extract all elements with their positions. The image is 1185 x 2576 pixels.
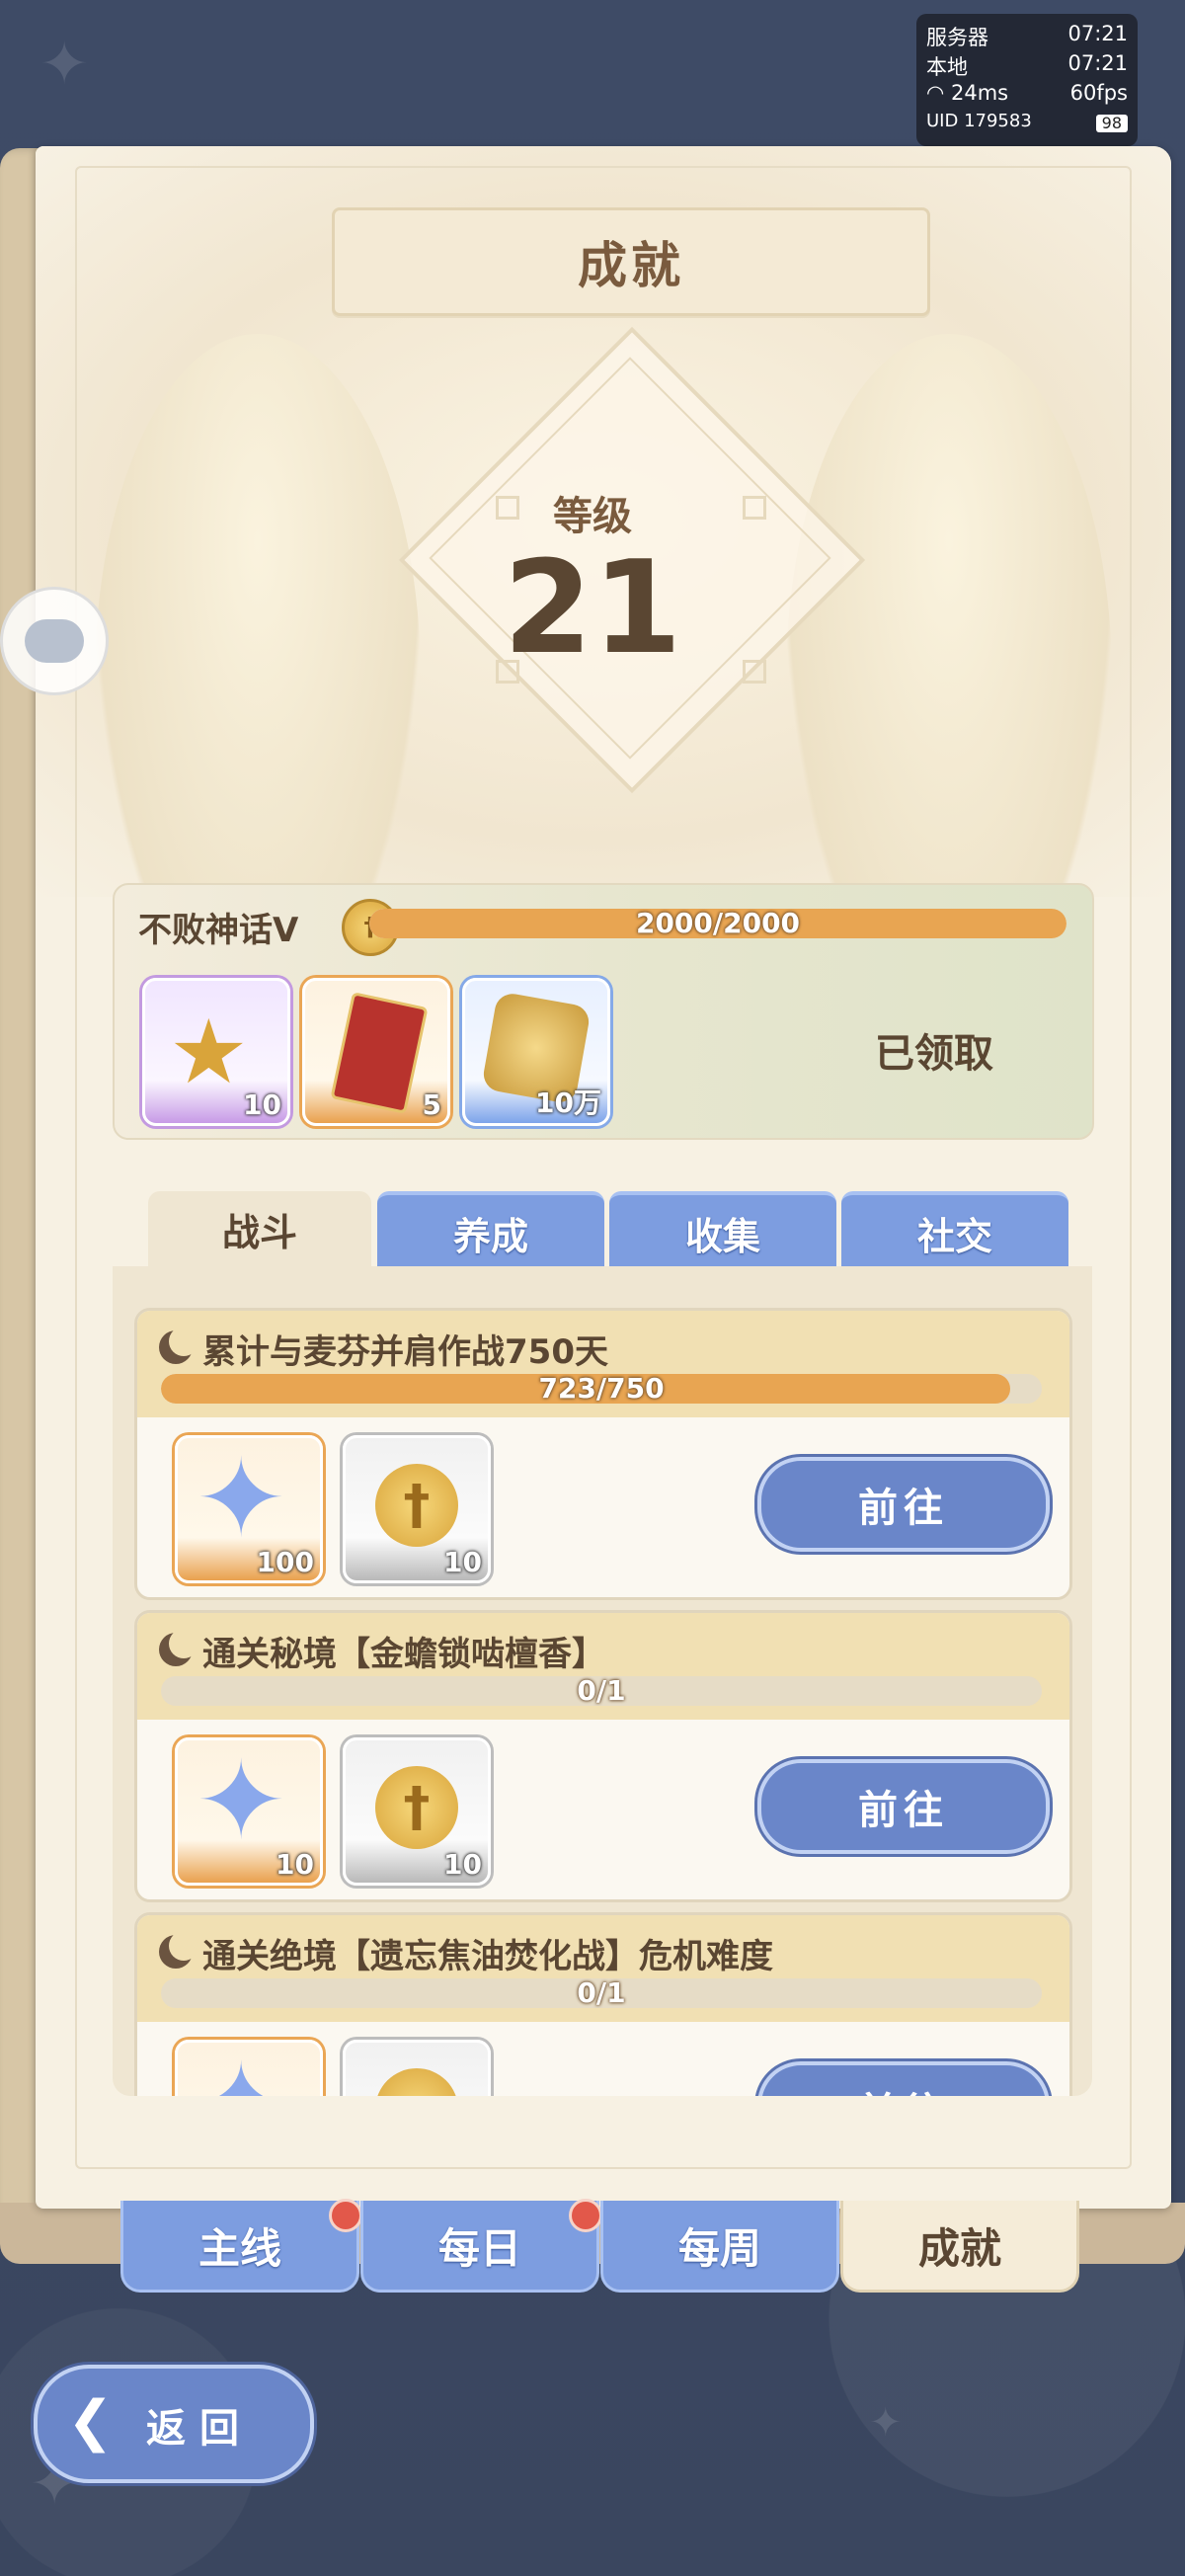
achievement-item: 通关秘境【金蟾锁啮檀香】 0/1 ✦ 10 † 10 前往 [134,1610,1072,1902]
item-quantity: 10万 [535,1087,601,1119]
server-label: 服务器 [926,26,988,49]
red-card-icon [330,992,429,1114]
reward-item[interactable]: 10万 [462,978,610,1126]
tab-main-quest[interactable]: 主线 [120,2199,362,2293]
milestone-progress-bar: 2000/2000 [369,909,1066,938]
tab-label: 每日 [437,2223,521,2273]
chat-button[interactable] [0,587,109,695]
winged-coin-icon: † [375,1766,458,1849]
progress-text: 0/1 [577,1978,626,2008]
achievement-item: 累计与麦芬并肩作战750天 723/750 ✦ 100 † 10 前往 [134,1308,1072,1600]
back-label: 返回 [146,2406,253,2452]
winged-coin-icon: † [375,1464,458,1547]
moon-icon [159,1327,198,1364]
star-badge-icon: ★ [169,1001,249,1104]
progress-text: 0/1 [577,1676,626,1706]
achievement-header: 通关绝境【遗忘焦油焚化战】危机难度 0/1 [137,1915,1069,2022]
back-button[interactable]: ❮ 返回 [34,2365,314,2483]
crystal-star-icon: ✦ [196,2049,286,2096]
title-banner: 成就 [332,207,930,316]
tab-social[interactable]: 社交 [841,1191,1068,1270]
chat-icon [25,619,84,663]
crystal-star-icon: ✦ [196,1435,287,1562]
ping-value: 24ms [951,81,1009,105]
winged-coin-icon [375,2068,458,2096]
item-quantity: 100 [256,1546,314,1578]
star-decoration-icon: ✦ [869,2400,903,2446]
frame-corner [743,496,766,520]
local-time: 07:21 [1067,51,1128,75]
milestone-reward-card: 不败神话V † 2000/2000 ★ 10 5 10万 已领取 [113,883,1094,1140]
wifi-icon: ◠ [926,81,951,105]
reward-item[interactable]: ✦ 10 [175,1737,323,1886]
reward-item[interactable]: † 10 [343,1435,491,1583]
achievement-name: 通关秘境【金蟾锁啮檀香】 [202,1635,605,1674]
achievement-progress-bar: 723/750 [161,1374,1042,1404]
star-decoration-icon: ✦ [40,30,90,99]
level-value: 21 [503,532,682,683]
notification-badge [329,2199,362,2232]
achievement-progress-bar: 0/1 [161,1676,1042,1706]
tab-achievements[interactable]: 成就 [840,2201,1079,2293]
battery-indicator: 98 [1095,115,1128,132]
go-button[interactable]: 前往 [757,2061,1050,2096]
tab-weekly[interactable]: 每周 [600,2201,839,2293]
tab-battle[interactable]: 战斗 [148,1191,371,1266]
milestone-title: 不败神话V [138,911,299,950]
moon-icon [159,1931,198,1969]
reward-item[interactable]: ✦ [175,2040,323,2096]
go-button[interactable]: 前往 [757,1457,1050,1552]
uid-text: UID 179583 [926,111,1032,131]
tab-label: 成就 [917,2223,1001,2273]
achievement-item: 通关绝境【遗忘焦油焚化战】危机难度 0/1 ✦ 前往 [134,1912,1072,2096]
progress-text: 723/750 [538,1374,665,1404]
reward-item[interactable]: 5 [302,978,450,1126]
server-time: 07:21 [1067,22,1128,45]
local-label: 本地 [926,55,968,79]
achievement-header: 通关秘境【金蟾锁啮檀香】 0/1 [137,1613,1069,1720]
page-title: 成就 [578,237,684,294]
crystal-star-icon: ✦ [196,1737,287,1864]
go-button[interactable]: 前往 [757,1759,1050,1854]
item-quantity: 10 [443,1546,482,1578]
reward-item[interactable] [343,2040,491,2096]
reward-item[interactable]: † 10 [343,1737,491,1886]
tab-collection[interactable]: 收集 [609,1191,836,1270]
item-quantity: 10 [276,1848,314,1881]
tab-label: 主线 [198,2223,281,2273]
tab-daily[interactable]: 每日 [360,2199,602,2293]
achievement-header: 累计与麦芬并肩作战750天 723/750 [137,1311,1069,1417]
moon-icon [159,1629,198,1666]
network-status-panel: 服务器 07:21 本地 07:21 ◠ 24ms 60fps UID 179583 9… [916,14,1138,146]
reward-item[interactable]: ✦ 100 [175,1435,323,1583]
fps-value: 60fps [1069,81,1128,105]
tab-growth[interactable]: 养成 [377,1191,604,1270]
frame-corner [743,660,766,684]
item-quantity: 10 [443,1848,482,1881]
claimed-status: 已领取 [875,1031,993,1077]
notification-badge [569,2199,602,2232]
achievement-progress-bar: 0/1 [161,1978,1042,2008]
reward-item[interactable]: ★ 10 [142,978,290,1126]
achievement-name: 累计与麦芬并肩作战750天 [202,1332,608,1372]
progress-text: 2000/2000 [635,909,801,938]
tab-label: 每周 [677,2223,761,2273]
achievement-name: 通关绝境【遗忘焦油焚化战】危机难度 [202,1937,773,1976]
achievement-list[interactable]: 累计与麦芬并肩作战750天 723/750 ✦ 100 † 10 前往 通关秘境… [113,1266,1092,2096]
item-quantity: 10 [243,1088,281,1121]
back-arrow-icon: ❮ [67,2389,114,2454]
item-quantity: 5 [422,1088,441,1121]
